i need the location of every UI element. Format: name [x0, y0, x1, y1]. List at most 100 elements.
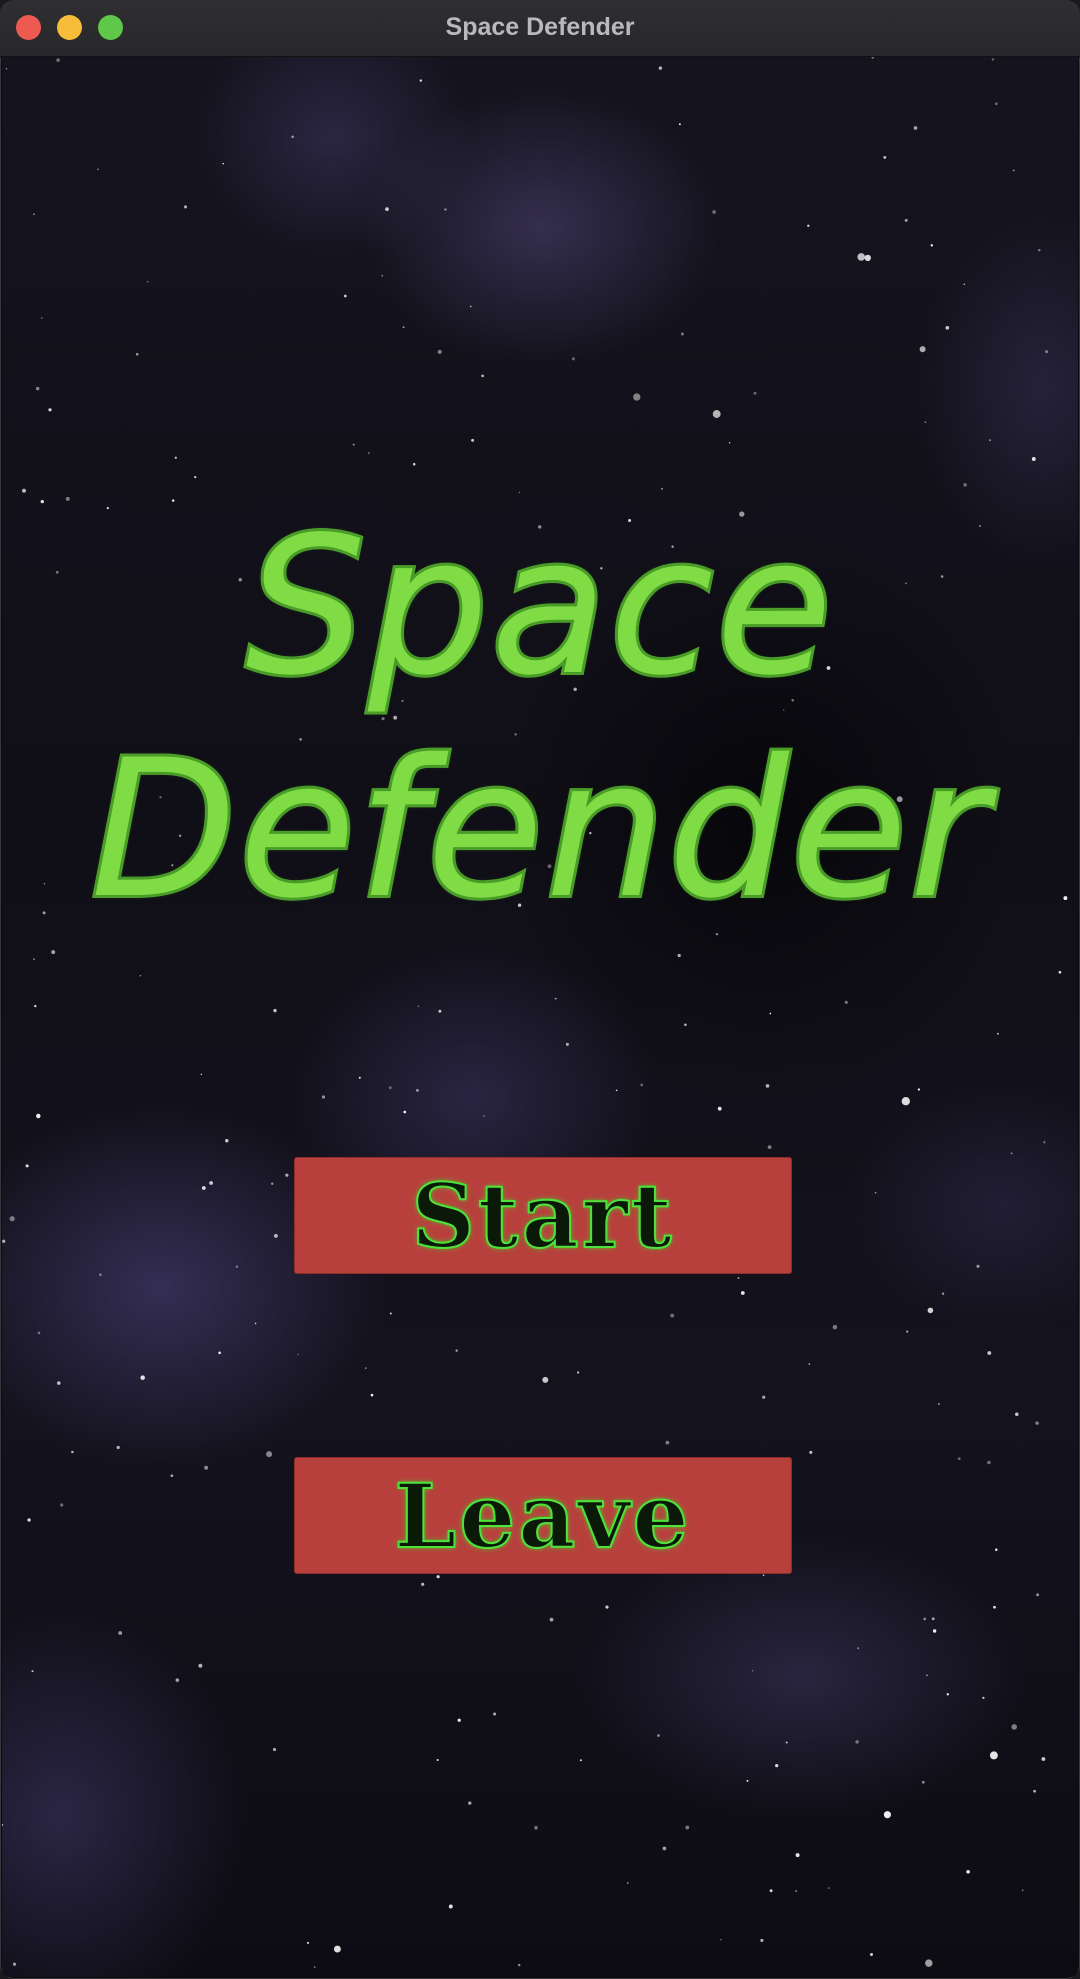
star	[751, 1670, 754, 1672]
star	[994, 102, 998, 106]
game-window: Space Defender Space Defender Start Leav…	[0, 0, 1080, 1979]
star	[982, 1696, 985, 1700]
star	[1043, 1141, 1046, 1144]
star	[12, 1962, 17, 1966]
star	[857, 1647, 860, 1650]
star	[470, 305, 472, 308]
star	[740, 1291, 745, 1295]
star	[657, 1734, 660, 1737]
star	[871, 57, 874, 59]
star	[809, 1450, 813, 1454]
star	[198, 1663, 203, 1668]
star	[40, 499, 44, 504]
star	[827, 1887, 830, 1890]
star	[844, 1000, 848, 1004]
leave-button[interactable]: Leave	[294, 1457, 792, 1574]
star	[923, 1617, 926, 1621]
star	[717, 1106, 722, 1111]
star	[273, 1008, 277, 1013]
star	[183, 205, 188, 209]
star	[658, 66, 663, 70]
star	[116, 1445, 120, 1450]
star	[993, 1605, 996, 1609]
star	[870, 1953, 873, 1956]
star	[938, 1403, 940, 1405]
window-title: Space Defender	[445, 13, 635, 41]
star	[775, 1764, 779, 1768]
star	[1031, 457, 1036, 461]
star	[448, 1904, 453, 1909]
star	[367, 452, 370, 454]
star	[97, 168, 99, 171]
star	[995, 1548, 998, 1551]
star	[753, 391, 757, 395]
star	[174, 456, 177, 459]
star	[931, 1617, 935, 1621]
leave-button-label: Leave	[393, 1463, 692, 1569]
star	[402, 326, 405, 329]
star	[51, 950, 56, 955]
star	[2, 1823, 4, 1826]
star	[291, 135, 294, 138]
star	[919, 346, 926, 353]
star	[40, 317, 43, 319]
star	[468, 1801, 472, 1805]
star	[677, 953, 681, 958]
star	[140, 1375, 145, 1380]
star	[33, 213, 35, 215]
star	[218, 1351, 221, 1355]
start-button[interactable]: Start	[294, 1157, 792, 1274]
star	[685, 1825, 690, 1830]
star	[542, 1376, 549, 1383]
star	[976, 1264, 980, 1268]
star	[118, 1631, 123, 1635]
star	[1041, 1757, 1046, 1761]
star	[857, 253, 865, 261]
star	[633, 393, 641, 401]
star	[412, 462, 416, 466]
star	[483, 1115, 485, 1117]
star	[680, 332, 684, 336]
star	[200, 1073, 203, 1076]
star	[957, 1457, 961, 1461]
star	[1038, 249, 1041, 252]
star	[5, 67, 8, 70]
star	[36, 386, 40, 391]
star	[170, 1474, 174, 1478]
title-bar[interactable]: Space Defender	[0, 0, 1080, 57]
star	[640, 1083, 644, 1087]
star	[297, 1353, 299, 1356]
star	[554, 997, 557, 1000]
starfield	[2, 57, 1068, 1968]
star	[306, 1941, 310, 1944]
start-button-label: Start	[410, 1163, 675, 1269]
star	[481, 374, 484, 378]
star	[65, 496, 70, 501]
star	[9, 1216, 15, 1222]
star	[605, 1605, 609, 1609]
star	[1015, 1412, 1019, 1417]
star	[987, 1351, 992, 1355]
star	[266, 1451, 273, 1458]
star	[534, 1826, 538, 1830]
star	[855, 1740, 859, 1744]
star	[139, 975, 142, 977]
star	[33, 958, 35, 960]
star	[204, 1465, 209, 1470]
star	[901, 1097, 910, 1106]
star	[343, 294, 347, 298]
star	[22, 488, 26, 493]
star	[235, 1265, 239, 1268]
star	[388, 1086, 392, 1090]
star	[135, 352, 139, 356]
star	[271, 1182, 274, 1185]
star	[1010, 1152, 1013, 1155]
star	[1045, 350, 1049, 354]
star	[966, 1870, 970, 1874]
star	[924, 421, 927, 424]
star	[222, 162, 224, 165]
star	[921, 1780, 925, 1784]
star	[769, 1889, 773, 1893]
star	[767, 1145, 772, 1149]
star	[565, 1042, 569, 1046]
